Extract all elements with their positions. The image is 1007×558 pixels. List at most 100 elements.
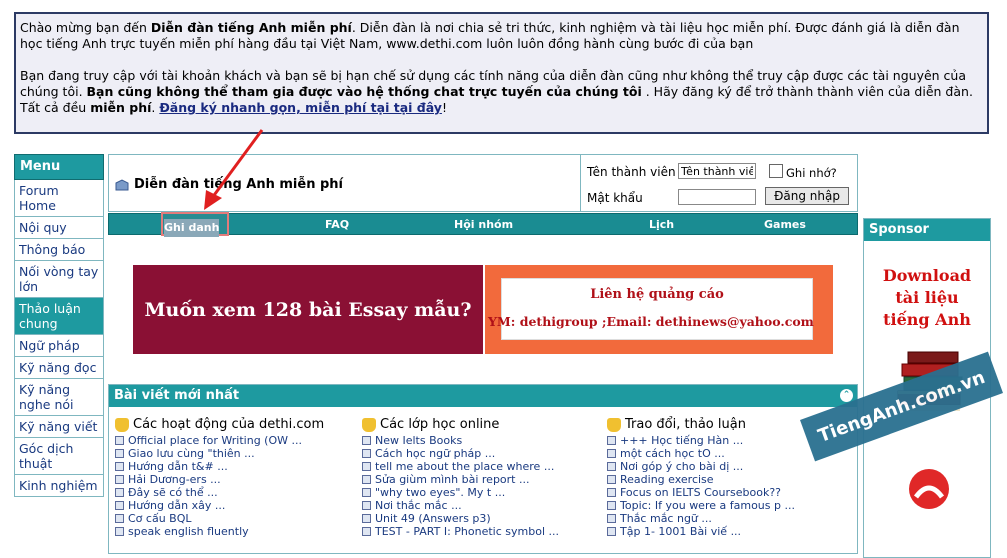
post-link[interactable]: Nơi thắc mắc ... xyxy=(362,499,607,512)
nav-groups[interactable]: Hội nhóm xyxy=(454,218,513,231)
exclaim-text: ! xyxy=(441,100,447,115)
sponsor-line-2: tài liệu xyxy=(895,288,959,307)
welcome-paragraph: Chào mừng bạn đến Diễn đàn tiếng Anh miễ… xyxy=(20,20,983,52)
post-link[interactable]: Focus on IELTS Coursebook?? xyxy=(607,486,852,499)
remember-checkbox[interactable] xyxy=(769,164,783,178)
folder-home-icon xyxy=(115,178,129,190)
post-title: speak english fluently xyxy=(128,525,249,538)
post-icon xyxy=(607,501,616,510)
sponsor-line-1: Download xyxy=(882,266,972,285)
menu-item-writing[interactable]: Kỹ năng viết xyxy=(14,416,104,438)
menu-item-community[interactable]: Nối vòng tay lớn xyxy=(14,261,104,298)
ad-contact-details: YM: dethigroup ;Email: dethinews@yahoo.c… xyxy=(488,314,814,329)
post-title: tell me about the place where ... xyxy=(375,460,555,473)
welcome-box: Chào mừng bạn đến Diễn đàn tiếng Anh miễ… xyxy=(14,12,989,134)
post-title: Sửa giùm mình bài report ... xyxy=(375,473,530,486)
post-icon xyxy=(607,462,616,471)
menu-item-announcements[interactable]: Thông báo xyxy=(14,239,104,261)
post-icon xyxy=(115,488,124,497)
post-icon xyxy=(115,514,124,523)
guest-chat-notice: Bạn cũng không thể tham gia được vào hệ … xyxy=(86,84,642,99)
post-link[interactable]: Sửa giùm mình bài report ... xyxy=(362,473,607,486)
post-icon xyxy=(362,527,371,536)
recent-column-title-text: Các lớp học online xyxy=(380,417,500,432)
post-link[interactable]: Cơ cấu BQL xyxy=(115,512,360,525)
register-link[interactable]: Đăng ký nhanh gọn, miễn phí tại tại đây xyxy=(159,100,442,115)
post-title: Cơ cấu BQL xyxy=(128,512,192,525)
collapse-icon[interactable]: ⌃ xyxy=(840,389,853,402)
menu-item-experience[interactable]: Kinh nghiệm xyxy=(14,475,104,497)
post-link[interactable]: Thắc mắc ngữ ... xyxy=(607,512,852,525)
ad-contact-title: Liên hệ quảng cáo xyxy=(590,287,724,302)
post-link[interactable]: Cách học ngữ pháp ... xyxy=(362,447,607,460)
nav-bar: Ghi danh FAQ Hội nhóm Lịch Games xyxy=(108,212,858,237)
post-title: Tập 1- 1001 Bài viế ... xyxy=(620,525,742,538)
post-icon xyxy=(607,488,616,497)
menu-item-rules[interactable]: Nội quy xyxy=(14,217,104,239)
post-title: Giao lưu cùng "thiên ... xyxy=(128,447,255,460)
login-button[interactable]: Đăng nhập xyxy=(765,187,849,205)
post-title: Cách học ngữ pháp ... xyxy=(375,447,496,460)
post-title: Nơi góp ý cho bài dị ... xyxy=(620,460,744,473)
post-link[interactable]: TEST - PART I: Phonetic symbol ... xyxy=(362,525,607,538)
thumbs-up-icon xyxy=(115,417,129,432)
recent-posts-title: Bài viết mới nhất xyxy=(114,388,240,403)
post-icon xyxy=(607,514,616,523)
welcome-forum-name: Diễn đàn tiếng Anh miễn phí xyxy=(150,20,352,35)
post-link[interactable]: Official place for Writing (OW ... xyxy=(115,434,360,447)
essay-banner[interactable]: Muốn xem 128 bài Essay mẫu? xyxy=(133,265,483,354)
post-link[interactable]: Nơi góp ý cho bài dị ... xyxy=(607,460,852,473)
post-title: Nơi thắc mắc ... xyxy=(375,499,462,512)
post-title: Unit 49 (Answers p3) xyxy=(375,512,491,525)
menu-item-general-discussion[interactable]: Thảo luận chung xyxy=(14,298,104,335)
post-title: TEST - PART I: Phonetic symbol ... xyxy=(375,525,559,538)
post-link[interactable]: speak english fluently xyxy=(115,525,360,538)
post-title: Hướng dẫn t&# ... xyxy=(128,460,228,473)
menu-item-translation[interactable]: Góc dịch thuật xyxy=(14,438,104,475)
forum-title[interactable]: Diễn đàn tiếng Anh miễn phí xyxy=(115,177,343,192)
post-link[interactable]: Tập 1- 1001 Bài viế ... xyxy=(607,525,852,538)
post-icon xyxy=(607,449,616,458)
guest-notice-paragraph: Bạn đang truy cập với tài khoản khách và… xyxy=(20,68,983,116)
sponsor-ad-text[interactable]: Download tài liệu tiếng Anh xyxy=(864,265,990,331)
post-icon xyxy=(362,449,371,458)
post-link[interactable]: Hướng dẫn t&# ... xyxy=(115,460,360,473)
ad-contact-banner[interactable]: Liên hệ quảng cáo YM: dethigroup ;Email:… xyxy=(485,265,833,354)
post-title: Topic: If you were a famous p ... xyxy=(620,499,795,512)
welcome-text: Chào mừng bạn đến xyxy=(20,20,151,35)
sponsor-logo-icon xyxy=(909,469,949,509)
post-icon xyxy=(362,436,371,445)
post-link[interactable]: Đây sẽ có thể ... xyxy=(115,486,360,499)
post-title: Reading exercise xyxy=(620,473,714,486)
menu-item-grammar[interactable]: Ngữ pháp xyxy=(14,335,104,357)
nav-faq[interactable]: FAQ xyxy=(325,218,349,231)
post-icon xyxy=(362,462,371,471)
post-title: Official place for Writing (OW ... xyxy=(128,434,302,447)
post-link[interactable]: tell me about the place where ... xyxy=(362,460,607,473)
password-input[interactable] xyxy=(678,189,756,205)
post-link[interactable]: Hướng dẫn xây ... xyxy=(115,499,360,512)
post-link[interactable]: Hải Dương-ers ... xyxy=(115,473,360,486)
recent-column: Các hoạt động của dethi.com Official plac… xyxy=(115,417,360,538)
nav-register-label: Ghi danh xyxy=(164,219,220,237)
username-input[interactable] xyxy=(678,163,756,179)
menu-item-reading[interactable]: Kỹ năng đọc xyxy=(14,357,104,379)
nav-register[interactable]: Ghi danh xyxy=(161,212,229,237)
menu-item-forum-home[interactable]: Forum Home xyxy=(14,180,104,217)
post-link[interactable]: Giao lưu cùng "thiên ... xyxy=(115,447,360,460)
nav-calendar[interactable]: Lịch xyxy=(649,218,674,231)
ad-contact-box: Liên hệ quảng cáo YM: dethigroup ;Email:… xyxy=(488,278,814,340)
nav-games[interactable]: Games xyxy=(764,218,806,231)
recent-posts-header: Bài viết mới nhất ⌃ xyxy=(109,385,857,407)
post-link[interactable]: Topic: If you were a famous p ... xyxy=(607,499,852,512)
recent-column-title[interactable]: Các hoạt động của dethi.com xyxy=(115,417,360,432)
post-link[interactable]: New Ielts Books xyxy=(362,434,607,447)
post-link[interactable]: "why two eyes". My t ... xyxy=(362,486,607,499)
recent-column-title[interactable]: Các lớp học online xyxy=(362,417,607,432)
post-link[interactable]: Reading exercise xyxy=(607,473,852,486)
post-link[interactable]: Unit 49 (Answers p3) xyxy=(362,512,607,525)
menu-item-listening-speaking[interactable]: Kỹ năng nghe nói xyxy=(14,379,104,416)
post-title: "why two eyes". My t ... xyxy=(375,486,506,499)
remember-label: Ghi nhớ? xyxy=(786,166,837,180)
thumbs-up-icon xyxy=(607,417,621,432)
